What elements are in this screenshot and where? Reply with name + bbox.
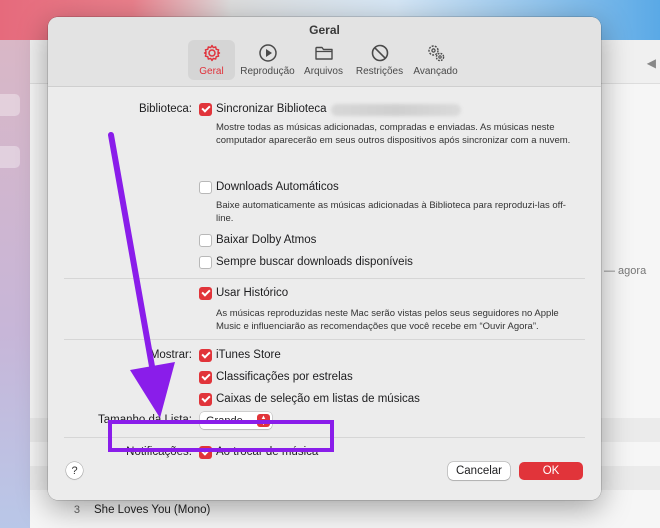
cancel-button[interactable]: Cancelar [448,462,510,480]
auto-downloads-description: Baixe automaticamente as músicas adicion… [216,200,566,224]
tab-reproducao[interactable]: Reprodução [240,40,295,80]
timestamp: — agora [604,265,647,277]
always-search-checkbox[interactable] [199,256,212,269]
use-history-description: As músicas reproduzidas neste Mac serão … [216,308,559,332]
tab-label: Restrições [355,66,404,77]
folder-icon [314,46,333,60]
sync-library-description: Mostre todas as músicas adicionadas, com… [216,122,571,146]
annotation-highlight-box [108,420,334,452]
use-history-label: Usar Histórico [216,287,289,299]
auto-downloads-label: Downloads Automáticos [216,181,339,193]
dialog-title: Geral [309,23,340,37]
tab-restricoes[interactable]: Restrições [356,40,403,80]
always-search-label: Sempre buscar downloads disponíveis [216,256,413,268]
sync-library-label: Sincronizar Biblioteca [216,103,327,115]
sync-library-checkbox[interactable] [199,103,212,116]
restriction-icon [371,44,388,62]
star-ratings-label: Classificações por estrelas [216,371,353,383]
sidebar-item[interactable] [0,146,20,168]
song-checkboxes-label: Caixas de seleção em listas de músicas [216,393,420,405]
tab-label: Geral [199,66,224,77]
sidebar-item[interactable] [0,94,20,116]
song-number: 3 [73,504,80,516]
tab-label: Reprodução [240,66,295,77]
song-title: She Loves You (Mono) [94,504,211,516]
dolby-atmos-checkbox[interactable] [199,234,212,247]
gears-icon [427,45,444,62]
tab-label: Arquivos [304,66,343,77]
itunes-store-label: iTunes Store [216,349,281,361]
library-label: Biblioteca: [138,103,192,115]
song-checkboxes-checkbox[interactable] [199,393,212,406]
play-icon [258,44,277,62]
ok-button[interactable]: OK [519,462,583,480]
auto-downloads-checkbox[interactable] [199,181,212,194]
use-history-checkbox[interactable] [199,287,212,300]
star-ratings-checkbox[interactable] [199,371,212,384]
dialog-toolbar: Geral Geral Reprodução Arquivos Restriçõ… [48,17,601,87]
show-label: Mostrar: [149,349,192,361]
itunes-store-checkbox[interactable] [199,349,212,362]
gear-icon [203,44,220,62]
account-redacted [331,104,461,116]
tab-bar: Geral Reprodução Arquivos Restrições Ava… [188,40,468,80]
table-row[interactable]: 3 She Loves You (Mono) [30,498,660,522]
divider [64,339,585,340]
tab-avancado[interactable]: Avançado [412,40,459,80]
tab-label: Avançado [413,66,458,77]
tab-geral[interactable]: Geral [188,40,235,80]
speaker-icon[interactable]: ◀︎ [647,56,656,70]
divider [64,278,585,279]
tab-arquivos[interactable]: Arquivos [300,40,347,80]
background-sidebar [0,40,30,528]
help-button[interactable]: ? [66,462,83,479]
dolby-atmos-label: Baixar Dolby Atmos [216,234,317,246]
